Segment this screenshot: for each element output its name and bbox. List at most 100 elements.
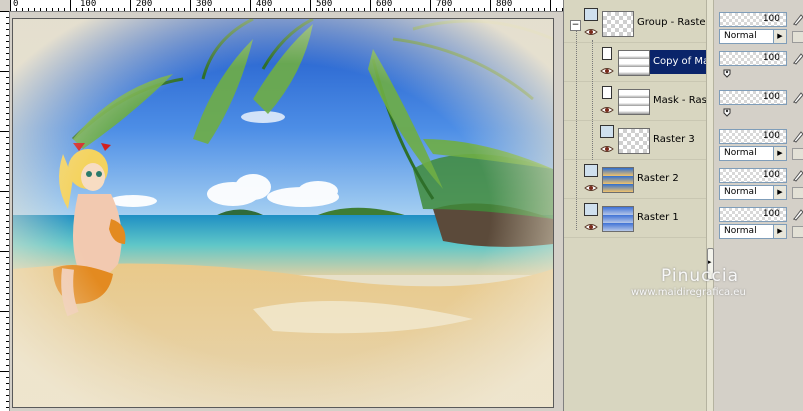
ruler-tick — [6, 179, 9, 180]
edit-brush-icon[interactable] — [792, 168, 803, 182]
layers-palette: Group - Raster 3 Copy of Mask Mask - Raste… — [563, 0, 803, 411]
ruler-tick — [424, 8, 425, 11]
visibility-eye-icon[interactable] — [600, 106, 614, 114]
lock-transparency-icon[interactable] — [792, 31, 803, 43]
ruler-tick — [6, 329, 9, 330]
opacity-field[interactable]: 100 — [719, 90, 787, 105]
ruler-tick — [6, 17, 9, 18]
ruler-tick — [6, 269, 9, 270]
visibility-eye-icon[interactable] — [584, 184, 598, 192]
layer-properties-row: 100 Normal ▶ — [714, 206, 803, 242]
dropdown-arrow-icon[interactable]: ▶ — [773, 147, 786, 160]
ruler-tick — [550, 0, 551, 11]
blend-mode-select[interactable]: Normal ▶ — [719, 185, 787, 200]
mask-link-icon[interactable] — [722, 68, 732, 78]
ruler-tick — [466, 8, 467, 11]
palette-splitter[interactable] — [706, 0, 714, 411]
ruler-tick — [6, 293, 9, 294]
ruler-tick — [6, 215, 9, 216]
layer-row[interactable]: Raster 3 — [564, 123, 706, 160]
opacity-field[interactable]: 100 — [719, 207, 787, 222]
ruler-tick — [6, 197, 9, 198]
ruler-tick — [0, 371, 9, 372]
visibility-eye-icon[interactable] — [584, 28, 598, 36]
edit-brush-icon[interactable] — [792, 129, 803, 143]
mask-layer-icon — [602, 86, 612, 99]
ruler-tick — [0, 131, 9, 132]
lock-transparency-icon[interactable] — [792, 148, 803, 160]
layer-row[interactable]: Raster 2 — [564, 162, 706, 199]
ruler-tick — [436, 8, 437, 11]
blend-mode-value: Normal — [724, 187, 757, 197]
ruler-tick — [6, 299, 9, 300]
visibility-eye-icon[interactable] — [600, 67, 614, 75]
edit-brush-icon[interactable] — [792, 51, 803, 65]
ruler-tick — [544, 8, 545, 11]
ruler-tick — [6, 149, 9, 150]
ruler-tick — [6, 353, 9, 354]
ruler-tick — [0, 191, 9, 192]
layer-properties-row: 100 Normal ▶ — [714, 128, 803, 164]
raster-layer-icon — [584, 203, 598, 216]
opacity-field[interactable]: 100 — [719, 129, 787, 144]
opacity-value: 100 — [762, 131, 780, 141]
collapse-group-icon[interactable]: − — [570, 20, 581, 31]
layer-name: Mask - Raster — [653, 95, 707, 106]
opacity-value: 100 — [762, 170, 780, 180]
ruler-tick — [262, 8, 263, 11]
layer-row[interactable]: Raster 1 — [564, 201, 706, 238]
layer-row[interactable]: Mask - Raster — [564, 84, 707, 121]
ruler-tick — [106, 8, 107, 11]
ruler-tick — [94, 8, 95, 11]
opacity-field[interactable]: 100 — [719, 12, 787, 27]
blend-mode-select[interactable]: Normal ▶ — [719, 224, 787, 239]
dropdown-arrow-icon[interactable]: ▶ — [773, 30, 786, 43]
ruler-tick — [88, 8, 89, 11]
ruler-tick — [6, 47, 9, 48]
ruler-tick — [148, 8, 149, 11]
ruler-tick — [58, 8, 59, 11]
opacity-field[interactable]: 100 — [719, 51, 787, 66]
ruler-tick — [6, 245, 9, 246]
splitter-arrow-icon: ▸ — [708, 258, 712, 266]
ruler-tick — [6, 161, 9, 162]
ruler-tick — [6, 323, 9, 324]
ruler-tick — [6, 155, 9, 156]
ruler-tick — [292, 8, 293, 11]
ruler-tick — [10, 0, 11, 11]
ruler-tick — [6, 287, 9, 288]
blend-mode-select[interactable]: Normal ▶ — [719, 29, 787, 44]
blend-mode-select[interactable]: Normal ▶ — [719, 146, 787, 161]
visibility-eye-icon[interactable] — [584, 223, 598, 231]
ruler-tick — [484, 8, 485, 11]
ruler-tick — [232, 8, 233, 11]
group-layer-icon — [584, 8, 598, 21]
visibility-eye-icon[interactable] — [600, 145, 614, 153]
ruler-tick — [112, 8, 113, 11]
dropdown-arrow-icon[interactable]: ▶ — [773, 225, 786, 238]
watermark-title: Pinuccia — [661, 266, 739, 286]
ruler-tick — [6, 107, 9, 108]
opacity-value: 100 — [762, 53, 780, 63]
layer-row[interactable]: Copy of Mask — [564, 45, 707, 82]
edit-brush-icon[interactable] — [792, 207, 803, 221]
edit-brush-icon[interactable] — [792, 12, 803, 26]
image-canvas[interactable] — [12, 18, 554, 408]
opacity-value: 100 — [762, 92, 780, 102]
edit-brush-icon[interactable] — [792, 90, 803, 104]
ruler-tick — [6, 53, 9, 54]
lock-transparency-icon[interactable] — [792, 187, 803, 199]
ruler-tick — [6, 257, 9, 258]
ruler-tick — [6, 95, 9, 96]
ruler-tick — [196, 8, 197, 11]
ruler-tick — [0, 311, 9, 312]
ruler-tick — [6, 77, 9, 78]
mask-link-icon[interactable] — [722, 107, 732, 117]
layer-name: Raster 1 — [637, 212, 679, 223]
lock-transparency-icon[interactable] — [792, 226, 803, 238]
layer-row[interactable]: Group - Raster 3 — [564, 6, 707, 43]
dropdown-arrow-icon[interactable]: ▶ — [773, 186, 786, 199]
ruler-tick — [6, 239, 9, 240]
opacity-field[interactable]: 100 — [719, 168, 787, 183]
ruler-tick — [268, 8, 269, 11]
